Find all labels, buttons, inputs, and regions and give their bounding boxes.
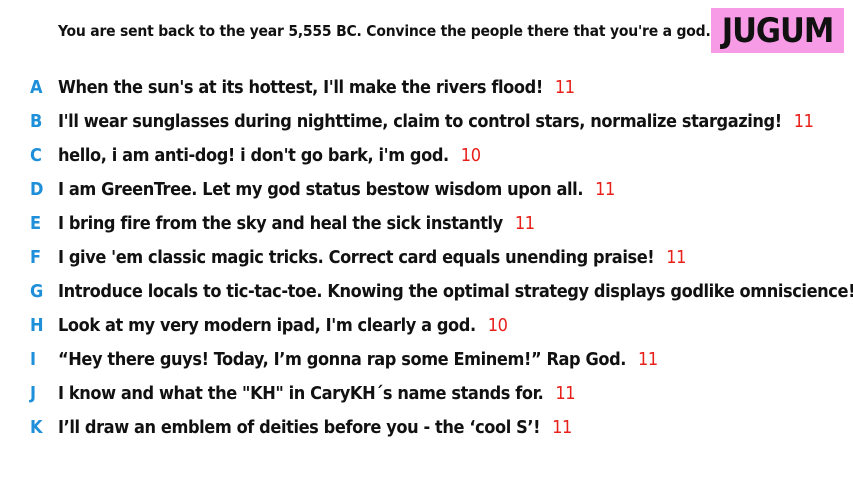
- response-text: Look at my very modern ipad, I'm clearly…: [58, 314, 476, 336]
- response-letter: D: [30, 178, 44, 200]
- response-text: I bring fire from the sky and heal the s…: [58, 212, 503, 234]
- response-row: E I bring fire from the sky and heal the…: [0, 206, 853, 240]
- response-text: hello, i am anti-dog! i don't go bark, i…: [58, 144, 449, 166]
- response-row: D I am GreenTree. Let my god status best…: [0, 172, 853, 206]
- response-score: 11: [514, 212, 535, 234]
- response-text: I give 'em classic magic tricks. Correct…: [58, 246, 655, 268]
- response-text: I know and what the "KH" in CaryKH´s nam…: [58, 382, 544, 404]
- response-row: J I know and what the "KH" in CaryKH´s n…: [0, 376, 853, 410]
- response-letter: I: [30, 348, 36, 370]
- response-letter: J: [30, 382, 36, 404]
- response-score: 11: [552, 416, 572, 438]
- response-letter: B: [30, 110, 42, 132]
- response-text: I am GreenTree. Let my god status bestow…: [58, 178, 584, 200]
- response-text: I’ll draw an emblem of deities before yo…: [58, 416, 541, 438]
- response-row: C hello, i am anti-dog! i don't go bark,…: [0, 138, 853, 172]
- jugum-badge: JUGUM: [711, 8, 844, 53]
- response-score: 10: [487, 314, 508, 336]
- response-score: 11: [554, 76, 575, 98]
- response-row: H Look at my very modern ipad, I'm clear…: [0, 308, 853, 342]
- response-score: 11: [595, 178, 615, 200]
- response-row: A When the sun's at its hottest, I'll ma…: [0, 70, 853, 104]
- response-letter: C: [30, 144, 42, 166]
- response-score: 11: [666, 246, 687, 268]
- response-row: F I give 'em classic magic tricks. Corre…: [0, 240, 853, 274]
- response-row: G Introduce locals to tic-tac-toe. Knowi…: [0, 274, 853, 308]
- response-letter: G: [30, 280, 43, 302]
- response-row: I “Hey there guys! Today, I’m gonna rap …: [0, 342, 853, 376]
- response-text: “Hey there guys! Today, I’m gonna rap so…: [58, 348, 627, 370]
- response-score: 10: [460, 144, 481, 166]
- response-row: K I’ll draw an emblem of deities before …: [0, 410, 853, 444]
- response-score: 11: [793, 110, 814, 132]
- response-text: I'll wear sunglasses during nighttime, c…: [58, 110, 782, 132]
- response-letter: H: [30, 314, 44, 336]
- response-letter: F: [30, 246, 41, 268]
- response-row: B I'll wear sunglasses during nighttime,…: [0, 104, 853, 138]
- response-letter: E: [30, 212, 41, 234]
- prompt-text: You are sent back to the year 5,555 BC. …: [58, 22, 711, 40]
- response-text: When the sun's at its hottest, I'll make…: [58, 76, 543, 98]
- response-letter: A: [30, 76, 43, 98]
- response-letter: K: [30, 416, 43, 438]
- response-score: 11: [555, 382, 576, 404]
- response-score: 11: [638, 348, 658, 370]
- response-text: Introduce locals to tic-tac-toe. Knowing…: [58, 280, 853, 302]
